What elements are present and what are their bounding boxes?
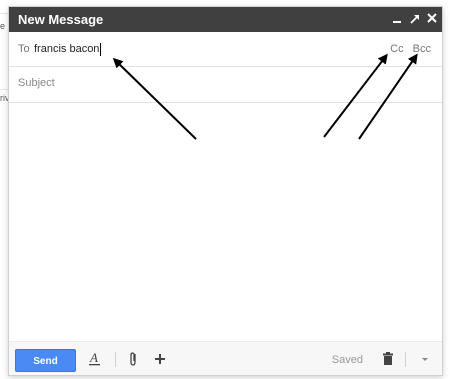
trash-icon[interactable] — [382, 350, 394, 368]
compose-toolbar: Send A Saved — [9, 341, 442, 375]
window-controls — [390, 10, 438, 28]
compose-window: New Message To francis bacon Cc Bcc Subj… — [8, 6, 443, 376]
to-label: To — [18, 43, 30, 55]
paperclip-icon[interactable] — [127, 350, 139, 368]
message-body[interactable] — [9, 104, 442, 343]
compose-titlebar[interactable]: New Message — [9, 7, 442, 32]
saved-status: Saved — [331, 354, 363, 366]
compose-title: New Message — [18, 12, 104, 27]
minimize-icon[interactable] — [391, 10, 403, 26]
chevron-down-icon[interactable] — [420, 350, 430, 368]
background-divider — [0, 13, 8, 14]
to-field-row[interactable]: To francis bacon Cc Bcc — [9, 32, 442, 67]
text-format-icon[interactable]: A — [88, 350, 102, 368]
pop-out-icon[interactable] — [409, 10, 421, 26]
subject-field-row — [9, 68, 442, 103]
svg-text:A: A — [89, 350, 98, 365]
plus-icon[interactable] — [153, 350, 167, 368]
subject-input[interactable] — [18, 77, 418, 89]
cc-bcc-links: Cc Bcc — [384, 43, 431, 55]
close-icon[interactable] — [426, 10, 438, 26]
send-button[interactable]: Send — [15, 349, 76, 372]
background-divider — [0, 89, 8, 90]
background-text-fragment: e — [0, 21, 6, 31]
bcc-link[interactable]: Bcc — [413, 43, 431, 55]
to-input[interactable]: francis bacon — [34, 43, 102, 56]
toolbar-divider — [115, 352, 116, 367]
cc-link[interactable]: Cc — [390, 43, 403, 55]
toolbar-divider — [405, 352, 406, 367]
